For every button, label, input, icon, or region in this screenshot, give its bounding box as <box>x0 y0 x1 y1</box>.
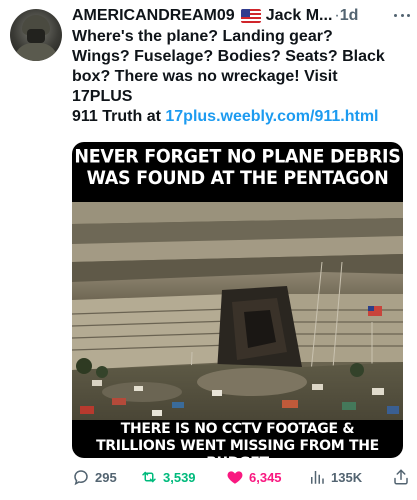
reply-count: 295 <box>95 469 117 485</box>
avatar[interactable] <box>10 9 62 61</box>
secondary-name[interactable]: Jack M... <box>266 7 333 25</box>
heart-icon <box>227 471 243 484</box>
avatar-face <box>27 29 45 43</box>
share-icon <box>394 469 408 485</box>
tweet-actions: 295 3,539 6,345 135K <box>72 466 412 488</box>
avatar-body <box>14 43 58 61</box>
image-top-caption-line: WAS FOUND AT THE PENTAGON <box>86 168 389 190</box>
image-top-caption-line: NEVER FORGET NO PLANE DEBRIS <box>74 146 401 168</box>
tweet-text-line: 911 Truth at 17plus.weebly.com/911.html <box>72 107 412 127</box>
views-count: 135K <box>331 469 363 485</box>
image-top-caption: NEVER FORGET NO PLANE DEBRIS WAS FOUND A… <box>72 146 403 189</box>
reply-icon <box>74 470 88 486</box>
views-button[interactable]: 135K <box>308 466 362 488</box>
tweet-text-prefix: 911 Truth at <box>72 108 166 125</box>
tweet-text-line: 17PLUS <box>72 88 133 105</box>
timestamp[interactable]: 1d <box>340 7 359 25</box>
image-bottom-caption-line: THERE IS NO CCTV FOOTAGE & <box>120 421 355 437</box>
tweet-text-line: box? There was no wreckage! Visit <box>72 68 338 85</box>
repost-icon <box>142 471 156 483</box>
image-bottom-caption: THERE IS NO CCTV FOOTAGE & TRILLIONS WEN… <box>72 421 403 458</box>
tweet-link[interactable]: 17plus.weebly.com/911.html <box>165 108 378 125</box>
more-options-icon[interactable] <box>394 5 410 25</box>
like-button[interactable]: 6,345 <box>226 466 282 488</box>
repost-button[interactable]: 3,539 <box>140 466 196 488</box>
views-chart-icon <box>311 471 324 484</box>
display-name[interactable]: AMERICANDREAM09 <box>72 7 235 25</box>
share-button[interactable] <box>392 466 410 488</box>
tweet-text-line: Where's the plane? Landing gear? <box>72 28 333 45</box>
image-bottom-caption-line: TRILLIONS WENT MISSING FROM THE BUDGET <box>96 438 379 458</box>
tweet-image[interactable]: NEVER FORGET NO PLANE DEBRIS WAS FOUND A… <box>72 142 403 458</box>
us-flag-icon <box>240 9 261 23</box>
tweet[interactable]: AMERICANDREAM09 Jack M... · 1d Where's t… <box>0 0 417 500</box>
pentagon-photo <box>72 202 403 420</box>
like-count: 6,345 <box>249 469 282 485</box>
reply-button[interactable]: 295 <box>72 466 117 488</box>
tweet-text: Where's the plane? Landing gear? Wings? … <box>72 27 412 127</box>
repost-count: 3,539 <box>163 469 196 485</box>
tweet-text-line: Wings? Fuselage? Bodies? Seats? Black <box>72 48 385 65</box>
tweet-header: AMERICANDREAM09 Jack M... · 1d <box>72 5 412 27</box>
